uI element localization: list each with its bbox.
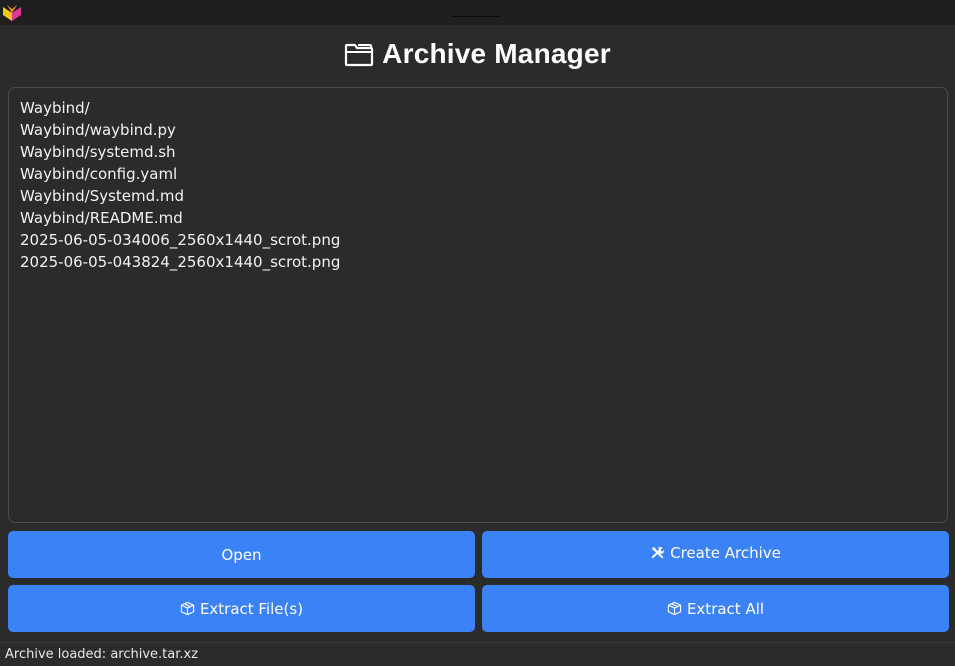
- drag-handle[interactable]: [452, 16, 500, 17]
- page-header: Archive Manager: [0, 34, 955, 74]
- create-archive-button[interactable]: Create Archive: [482, 531, 949, 578]
- list-item[interactable]: Waybind/config.yaml: [20, 163, 936, 185]
- app-logo-icon: [3, 5, 21, 21]
- list-item[interactable]: Waybind/waybind.py: [20, 119, 936, 141]
- open-button-label: Open: [221, 545, 262, 564]
- list-item[interactable]: 2025-06-05-043824_2560x1440_scrot.png: [20, 251, 936, 273]
- open-button[interactable]: Open: [8, 531, 475, 578]
- list-item[interactable]: Waybind/systemd.sh: [20, 141, 936, 163]
- list-item[interactable]: 2025-06-05-034006_2560x1440_scrot.png: [20, 229, 936, 251]
- extract-files-button[interactable]: Extract File(s): [8, 585, 475, 632]
- title-bar[interactable]: [0, 0, 955, 25]
- archive-file-list[interactable]: Waybind/ Waybind/waybind.py Waybind/syst…: [8, 87, 948, 523]
- archive-manager-window: Archive Manager Waybind/ Waybind/waybind…: [0, 0, 955, 666]
- list-item[interactable]: Waybind/: [20, 97, 936, 119]
- extract-all-button[interactable]: Extract All: [482, 585, 949, 632]
- create-archive-button-label: Create Archive: [670, 543, 781, 562]
- extract-files-button-label: Extract File(s): [199, 599, 304, 618]
- page-title: Archive Manager: [382, 38, 611, 69]
- package-icon: [667, 601, 682, 616]
- list-item[interactable]: Waybind/Systemd.md: [20, 185, 936, 207]
- status-text: Archive loaded: archive.tar.xz: [5, 647, 199, 662]
- folder-icon: [345, 43, 374, 67]
- status-bar: Archive loaded: archive.tar.xz: [0, 642, 955, 666]
- list-item[interactable]: Waybind/README.md: [20, 207, 936, 229]
- tools-icon: [651, 546, 665, 559]
- extract-all-button-label: Extract All: [686, 599, 765, 618]
- package-icon: [180, 601, 195, 616]
